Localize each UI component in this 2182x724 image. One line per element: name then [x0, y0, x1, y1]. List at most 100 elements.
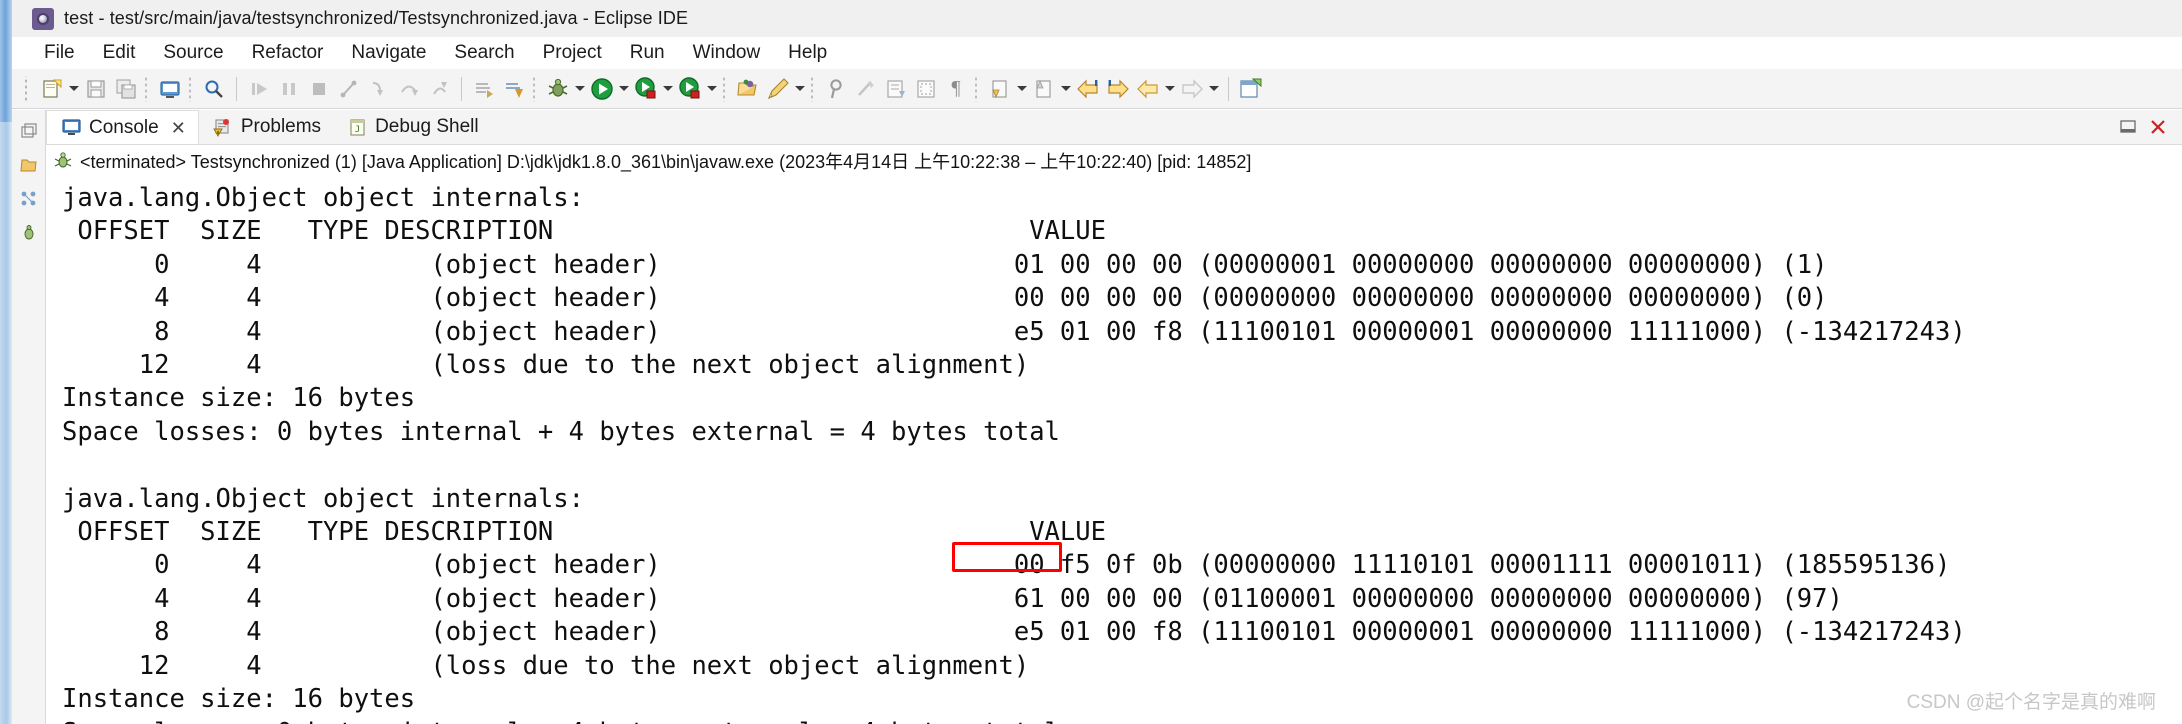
- menu-item-file[interactable]: File: [34, 40, 89, 66]
- menu-item-search[interactable]: Search: [440, 40, 528, 66]
- new-dropdown-arrow[interactable]: [67, 74, 81, 104]
- search-icon[interactable]: [821, 74, 851, 104]
- menu-item-edit[interactable]: Edit: [89, 40, 150, 66]
- coverage-dropdown-arrow[interactable]: [661, 74, 675, 104]
- menu-item-window[interactable]: Window: [679, 40, 775, 66]
- view-tab-bar: Console ✕ Problems J Debug Shell: [46, 110, 2182, 144]
- console-icon: [61, 118, 81, 138]
- tab-console[interactable]: Console ✕: [46, 110, 199, 144]
- run-icon[interactable]: [587, 74, 617, 104]
- coverage-icon[interactable]: [631, 74, 661, 104]
- menu-item-help[interactable]: Help: [774, 40, 841, 66]
- terminated-process-icon: [52, 150, 74, 172]
- restore-perspective-icon[interactable]: [16, 116, 42, 146]
- link-icon[interactable]: [851, 74, 881, 104]
- console-line: 4 4 (object header) 61 00 00 00 (0110000…: [62, 583, 1843, 614]
- console-line: Space losses: 0 bytes internal + 4 bytes…: [62, 416, 1060, 447]
- next-edit-dropdown-arrow[interactable]: [1059, 74, 1073, 104]
- back-history-icon[interactable]: [1133, 74, 1163, 104]
- save-icon[interactable]: [81, 74, 111, 104]
- console-line: Instance size: 16 bytes: [62, 383, 416, 414]
- console-text: java.lang.Object object internals: OFFSE…: [46, 176, 2182, 724]
- external-tools-icon[interactable]: [675, 74, 705, 104]
- toolbar-group-separator-3: [532, 75, 540, 102]
- window-left-border-lower: [0, 122, 12, 724]
- package-explorer-icon[interactable]: [16, 150, 42, 180]
- new-window-icon[interactable]: [1236, 74, 1266, 104]
- tab-debug-shell[interactable]: J Debug Shell: [333, 110, 491, 144]
- console-line: Instance size: 16 bytes: [62, 684, 416, 715]
- toolbar-separator-1: [236, 76, 237, 101]
- tab-problems[interactable]: Problems: [199, 110, 333, 144]
- menu-item-source[interactable]: Source: [149, 40, 237, 66]
- run-dropdown-arrow[interactable]: [617, 74, 631, 104]
- print-icon[interactable]: [155, 74, 185, 104]
- tab-problems-label: Problems: [240, 116, 322, 137]
- toggle-block-selection-icon[interactable]: [911, 74, 941, 104]
- eclipse-ide-window: test - test/src/main/java/testsynchroniz…: [0, 0, 2182, 724]
- main-toolbar: ¶: [12, 69, 2182, 109]
- disconnect-icon[interactable]: [334, 74, 364, 104]
- console-line: 4 4 (object header) 00 00 00 00 (0000000…: [62, 283, 1828, 314]
- new-icon[interactable]: [37, 74, 67, 104]
- forward-history-dropdown-arrow[interactable]: [1207, 74, 1221, 104]
- close-view-icon[interactable]: [2148, 117, 2168, 137]
- build-project-icon[interactable]: [499, 74, 529, 104]
- console-line: java.lang.Object object internals:: [62, 183, 584, 213]
- perspective-rail: [12, 110, 46, 724]
- console-line: Space losses: 0 bytes internal + 4 bytes…: [62, 718, 1060, 724]
- open-type-icon[interactable]: [733, 74, 763, 104]
- step-return-icon[interactable]: [424, 74, 454, 104]
- forward-icon[interactable]: [1103, 74, 1133, 104]
- toolbar-drag-handle[interactable]: [22, 75, 32, 102]
- resume-icon[interactable]: [244, 74, 274, 104]
- view-toolbar-actions: [2118, 110, 2176, 144]
- back-icon[interactable]: [1073, 74, 1103, 104]
- new-java-class-icon[interactable]: [763, 74, 793, 104]
- toolbar-group-separator: [144, 75, 152, 102]
- debug-shell-icon: J: [347, 117, 367, 137]
- eclipse-icon: [32, 7, 54, 30]
- step-over-icon[interactable]: [394, 74, 424, 104]
- show-whitespace-icon[interactable]: ¶: [941, 74, 971, 104]
- search-quick-icon[interactable]: [199, 74, 229, 104]
- menu-item-project[interactable]: Project: [529, 40, 616, 66]
- problems-icon: [213, 117, 233, 137]
- build-all-icon[interactable]: [469, 74, 499, 104]
- console-output[interactable]: java.lang.Object object internals: OFFSE…: [46, 176, 2182, 724]
- toolbar-separator-2: [461, 76, 462, 101]
- terminate-icon[interactable]: [304, 74, 334, 104]
- debug-icon[interactable]: [543, 74, 573, 104]
- external-tools-dropdown-arrow[interactable]: [705, 74, 719, 104]
- new-java-class-dropdown-arrow[interactable]: [793, 74, 807, 104]
- tab-console-label: Console: [89, 116, 159, 138]
- toolbar-group-separator-2: [188, 75, 196, 102]
- toolbar-separator-3: [1228, 76, 1229, 101]
- save-all-icon[interactable]: [111, 74, 141, 104]
- menu-bar: File Edit Source Refactor Navigate Searc…: [12, 37, 2182, 69]
- console-line: OFFSET SIZE TYPE DESCRIPTION VALUE: [62, 216, 1106, 247]
- console-line: OFFSET SIZE TYPE DESCRIPTION VALUE: [62, 517, 1106, 548]
- console-status-text: <terminated> Testsynchronized (1) [Java …: [80, 151, 1252, 172]
- outline-icon[interactable]: [16, 184, 42, 214]
- previous-edit-icon[interactable]: [985, 74, 1015, 104]
- console-line: 8 4 (object header) e5 01 00 f8 (1110010…: [62, 316, 1966, 347]
- console-line: 12 4 (loss due to the next object alignm…: [62, 650, 1030, 681]
- console-line: 8 4 (object header) e5 01 00 f8 (1110010…: [62, 617, 1966, 648]
- back-history-dropdown-arrow[interactable]: [1163, 74, 1177, 104]
- debug-view-icon[interactable]: [16, 218, 42, 248]
- toolbar-group-separator-4: [722, 75, 730, 102]
- close-icon[interactable]: ✕: [171, 119, 186, 137]
- debug-dropdown-arrow[interactable]: [573, 74, 587, 104]
- step-into-icon[interactable]: [364, 74, 394, 104]
- menu-item-navigate[interactable]: Navigate: [337, 40, 440, 66]
- menu-item-run[interactable]: Run: [616, 40, 679, 66]
- forward-history-icon[interactable]: [1177, 74, 1207, 104]
- menu-item-refactor[interactable]: Refactor: [238, 40, 338, 66]
- previous-edit-dropdown-arrow[interactable]: [1015, 74, 1029, 104]
- suspend-icon[interactable]: [274, 74, 304, 104]
- minimize-icon[interactable]: [2118, 117, 2138, 137]
- next-annotation-icon[interactable]: [881, 74, 911, 104]
- toolbar-group-separator-5: [810, 75, 818, 102]
- next-edit-icon[interactable]: [1029, 74, 1059, 104]
